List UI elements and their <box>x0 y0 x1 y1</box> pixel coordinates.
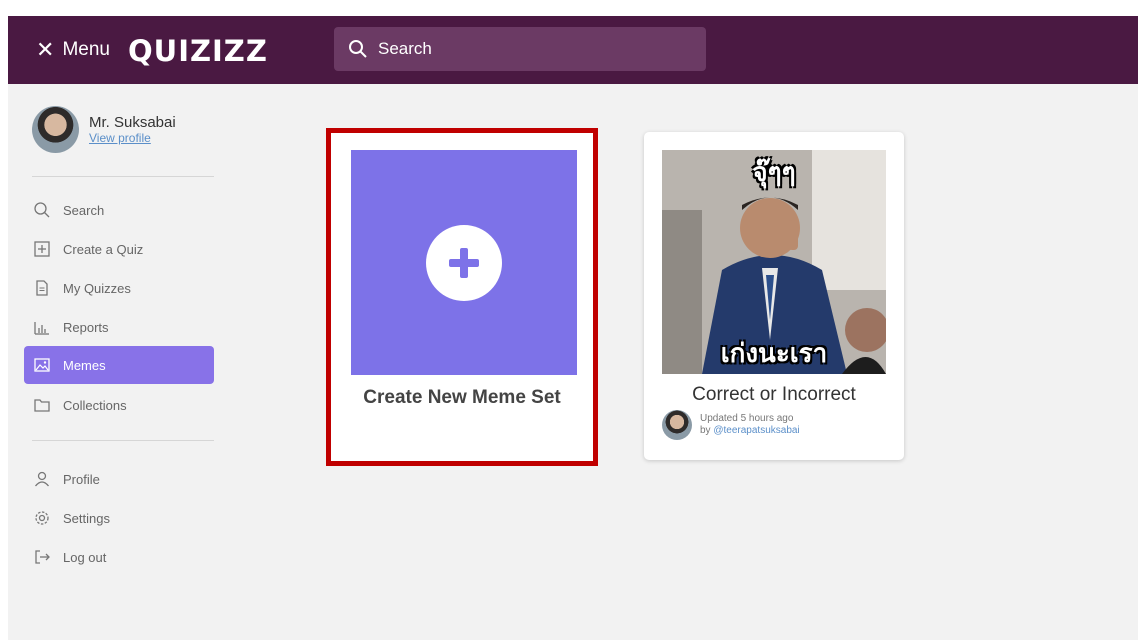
logout-icon <box>35 550 50 564</box>
sidebar-item-search[interactable]: Search <box>24 191 214 229</box>
sidebar-item-memes[interactable]: Memes <box>24 346 214 384</box>
document-icon <box>36 280 48 296</box>
sidebar-item-my-quizzes[interactable]: My Quizzes <box>24 269 214 307</box>
view-profile-link[interactable]: View profile <box>89 131 176 145</box>
user-icon <box>34 471 50 487</box>
avatar[interactable] <box>32 106 79 153</box>
meme-set-title: Correct or Incorrect <box>692 384 856 405</box>
sidebar-item-label: Search <box>63 202 105 218</box>
search-placeholder: Search <box>378 39 432 58</box>
meme-set-meta: Updated 5 hours ago by @teerapatsuksabai <box>662 410 800 440</box>
bar-chart-icon <box>34 322 49 335</box>
user-name: Mr. Suksabai <box>89 114 176 131</box>
divider <box>32 440 214 441</box>
sidebar-item-label: Settings <box>63 510 110 526</box>
sidebar-item-create-quiz[interactable]: Create a Quiz <box>24 230 214 268</box>
plus-icon <box>426 224 502 301</box>
by-prefix: by <box>700 425 711 436</box>
sidebar-item-label: Log out <box>63 549 107 565</box>
search-icon <box>349 40 367 58</box>
menu-toggle-button[interactable]: ✕ Menu <box>36 37 110 63</box>
sidebar-item-collections[interactable]: Collections <box>24 386 214 424</box>
create-meme-tile[interactable] <box>351 150 577 375</box>
sidebar-item-settings[interactable]: Settings <box>24 499 214 537</box>
sidebar-item-label: Create a Quiz <box>63 241 144 257</box>
close-icon: ✕ <box>36 37 55 62</box>
sidebar-item-label: My Quizzes <box>63 280 131 296</box>
sidebar-item-label: Profile <box>63 471 100 487</box>
gear-icon <box>35 511 49 525</box>
author-link[interactable]: @teerapatsuksabai <box>713 425 799 436</box>
meme-set-card[interactable]: จุ๊ๆๆ เก่งนะเรา Correct or Incorrect Upd… <box>644 132 904 460</box>
user-profile: Mr. Suksabai View profile <box>32 106 176 153</box>
sidebar-item-label: Reports <box>63 319 109 335</box>
sidebar-item-label: Collections <box>63 397 127 413</box>
meme-caption-top: จุ๊ๆๆ <box>752 157 796 187</box>
updated-time: Updated 5 hours ago <box>700 413 794 424</box>
avatar <box>662 410 692 440</box>
sidebar-item-profile[interactable]: Profile <box>24 460 214 498</box>
main-area: Mr. Suksabai View profile Search Create … <box>8 84 1138 640</box>
sidebar-item-reports[interactable]: Reports <box>24 308 214 346</box>
search-icon <box>34 202 50 218</box>
sidebar-item-log-out[interactable]: Log out <box>24 538 214 576</box>
plus-square-icon <box>34 241 50 257</box>
quizizz-logo[interactable]: QUIZIZZ <box>128 34 268 68</box>
sidebar-item-label: Memes <box>63 357 106 373</box>
create-meme-set-label: Create New Meme Set <box>363 387 561 408</box>
create-meme-set-card[interactable]: Create New Meme Set <box>326 128 598 466</box>
image-icon <box>34 358 50 372</box>
meme-caption-bottom: เก่งนะเรา <box>720 338 828 368</box>
folder-icon <box>34 399 50 412</box>
divider <box>32 176 214 177</box>
menu-label: Menu <box>62 39 110 60</box>
meme-thumbnail: จุ๊ๆๆ เก่งนะเรา <box>662 150 886 374</box>
search-input[interactable]: Search <box>334 27 706 71</box>
top-bar: ✕ Menu QUIZIZZ Search <box>8 16 1138 84</box>
